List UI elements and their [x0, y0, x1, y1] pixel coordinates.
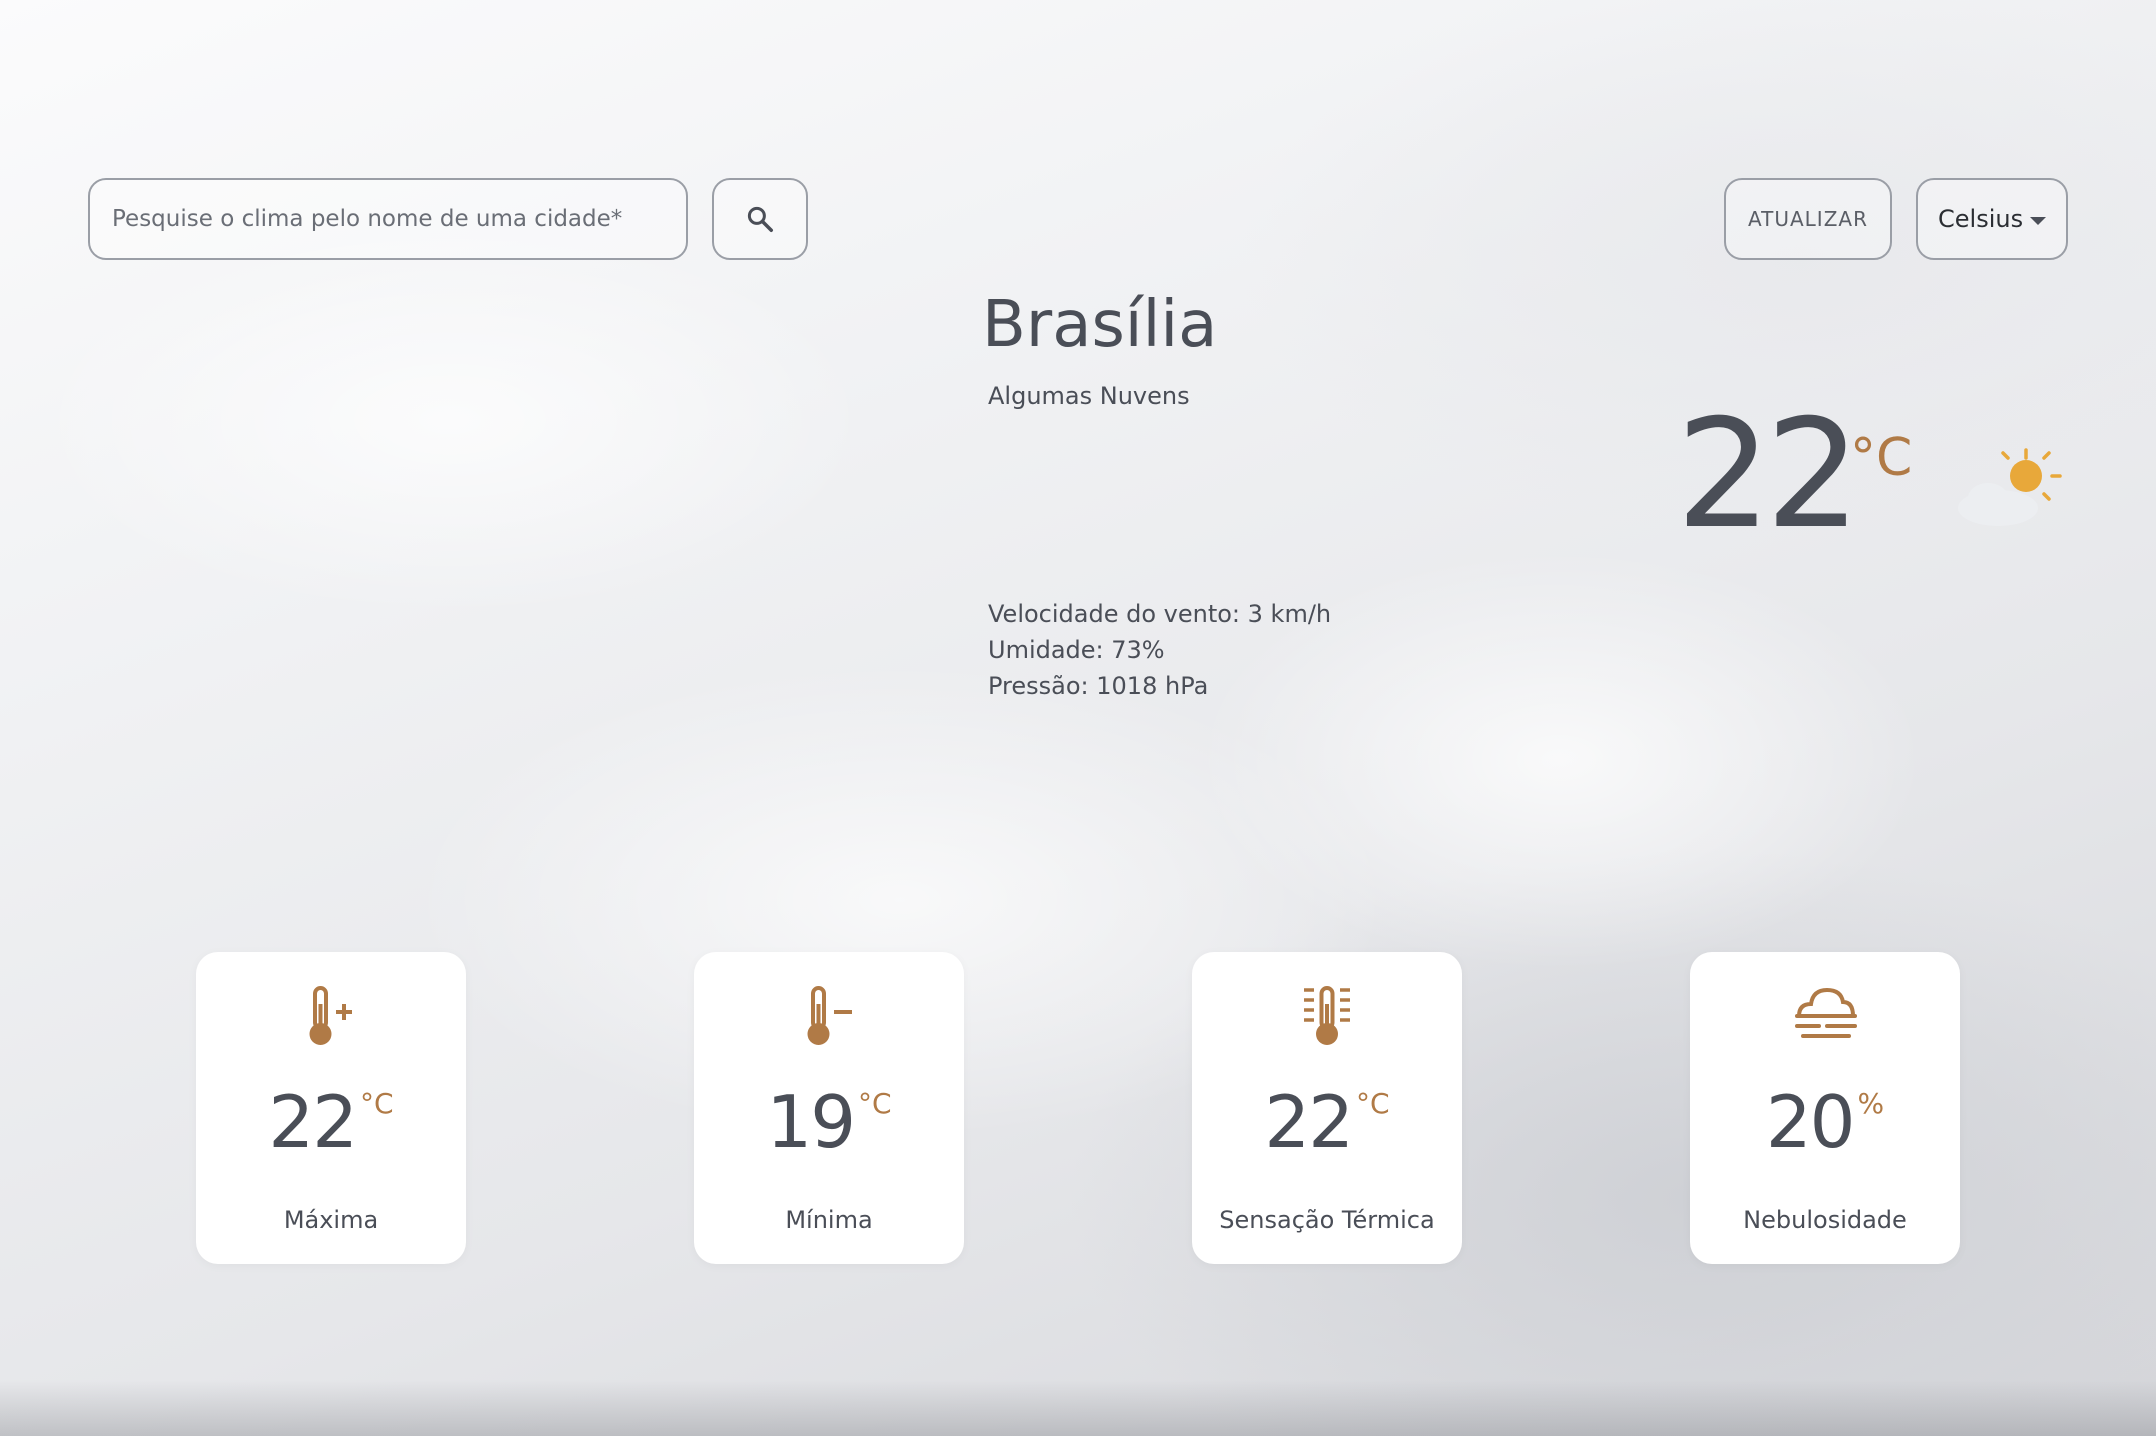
humidity: Umidade: 73% [988, 636, 1165, 664]
current-temperature-unit: °C [1850, 428, 1913, 488]
unit-select[interactable]: Celsius [1916, 178, 2068, 260]
card-value: 19 [766, 1080, 856, 1164]
search-button[interactable] [712, 178, 808, 260]
search-field[interactable] [88, 178, 688, 260]
unit-select-value: Celsius [1938, 205, 2024, 233]
card-unit: % [1857, 1087, 1885, 1120]
current-temperature: 22 [1676, 388, 1861, 562]
thermometer-feels-like-icon [1304, 986, 1350, 1045]
card-unit: °C [360, 1087, 394, 1120]
card-value: 22 [268, 1080, 358, 1164]
card-label: Mínima [785, 1206, 873, 1234]
thermometer-minus-icon [807, 986, 852, 1045]
card-value: 22 [1264, 1080, 1354, 1164]
card-cloudiness: 20% Nebulosidade [1690, 952, 1960, 1264]
card-label: Nebulosidade [1743, 1206, 1907, 1234]
card-label: Sensação Térmica [1219, 1206, 1435, 1234]
thermometer-plus-icon [309, 986, 352, 1045]
fog-cloud-icon [1795, 987, 1857, 1038]
wind-speed: Velocidade do vento: 3 km/h [988, 600, 1332, 628]
sun-behind-cloud-icon [1958, 448, 2062, 526]
city-name: Brasília [982, 288, 1218, 362]
card-unit: °C [1356, 1087, 1390, 1120]
card-min-temperature: 19 °C Mínima [694, 952, 964, 1264]
pressure: Pressão: 1018 hPa [988, 672, 1209, 700]
bottom-shadow [0, 1380, 2156, 1436]
search-input[interactable] [110, 205, 686, 233]
card-label: Máxima [283, 1206, 379, 1234]
chevron-down-icon [2030, 217, 2046, 225]
weather-details: Velocidade do vento: 3 km/h Umidade: 73%… [988, 596, 1331, 704]
refresh-button[interactable]: ATUALIZAR [1724, 178, 1892, 260]
card-feels-like: 22 °C Sensação Térmica [1192, 952, 1462, 1264]
search-icon [747, 206, 773, 232]
card-max-temperature: 22 °C Máxima [196, 952, 466, 1264]
weather-condition: Algumas Nuvens [988, 382, 1190, 410]
card-value: 20 [1765, 1080, 1856, 1164]
card-unit: °C [858, 1087, 892, 1120]
